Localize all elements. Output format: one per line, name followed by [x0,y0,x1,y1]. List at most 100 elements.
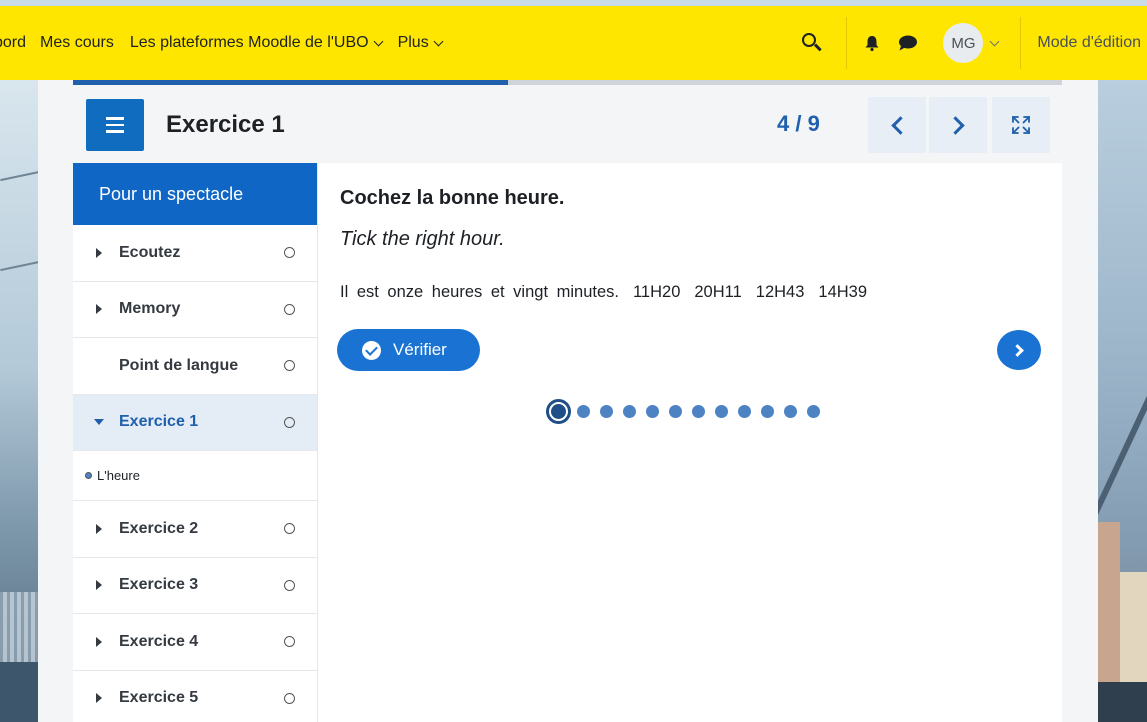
sidebar-item-exercice-1[interactable]: Exercice 1 [73,394,317,451]
pager-dot[interactable] [715,405,728,418]
nav-item-more[interactable]: Plus [397,34,444,52]
activity-panel: Exercice 1 4 / 9 Pour un spectacle Ecout… [38,80,1098,722]
sidebar-subitem-label: L'heure [97,468,140,483]
divider [1020,17,1022,69]
avatar-initials: MG [951,34,976,52]
divider [846,17,848,69]
sidebar-item-exercice-5[interactable]: Exercice 5 [73,671,317,722]
sidebar-item-memory[interactable]: Memory [73,282,317,338]
next-question-button[interactable] [997,330,1041,370]
nav-item-moodle-platforms[interactable]: Les plateformes Moodle de l'UBO [129,34,384,52]
pager-dot[interactable] [623,405,636,418]
question-title: Cochez la bonne heure. [340,187,565,209]
pager-dot[interactable] [669,405,682,418]
chevron-down-icon [433,36,444,46]
activity-header: Exercice 1 4 / 9 [73,85,1062,163]
sidebar-heading: Pour un spectacle [73,163,317,225]
caret-right-icon [96,580,102,591]
verify-button-label: Vérifier [393,340,447,359]
cable-line [0,260,40,272]
status-circle-icon [284,523,295,535]
search-icon[interactable] [802,33,823,53]
fullscreen-button[interactable] [992,97,1050,153]
status-circle-icon [284,636,295,648]
caret-right-icon [96,304,102,315]
status-circle-icon [284,416,295,428]
caret-right-icon [96,247,102,258]
sidebar-item-label: Ecoutez [119,243,181,261]
caret-right-icon [96,636,102,647]
fullscreen-icon [1012,116,1030,134]
question-prompt: Il est onze heures et vingt minutes. 11H… [340,283,867,302]
pager-dot[interactable] [577,405,590,418]
nav-item-label: Mes cours [40,34,114,51]
status-circle-icon [284,579,295,591]
sidebar-item-point-de-langue[interactable]: Point de langue [73,338,317,395]
question-pager [546,399,830,424]
answer-option[interactable]: 20H11 [694,283,741,302]
status-circle-icon [284,692,295,704]
chevron-right-icon [1010,343,1024,357]
chapters-sidebar: Pour un spectacle Ecoutez Memory Point d… [73,163,318,722]
sidebar-subitem-l-heure[interactable]: L'heure [73,451,317,501]
answer-option[interactable]: 11H20 [633,283,680,302]
bell-icon[interactable] [863,34,881,52]
page-counter: 4 / 9 [777,111,820,136]
pager-dot[interactable] [784,405,797,418]
hamburger-icon-line [106,130,124,133]
pager-dot-current-inner [551,404,566,419]
status-circle-icon [284,247,295,259]
sidebar-item-ecoutez[interactable]: Ecoutez [73,225,317,282]
status-circle-icon [284,303,295,315]
nav-item-label: Plus [397,34,429,51]
cable-line [0,170,40,182]
nav-item-my-courses[interactable]: Mes cours [40,34,114,52]
sidebar-item-label: Exercice 2 [119,519,199,537]
caret-right-icon [96,693,102,704]
hamburger-icon-line [106,123,124,127]
answer-option[interactable]: 14H39 [818,283,867,302]
bullet-icon [85,472,92,479]
sidebar-item-exercice-3[interactable]: Exercice 3 [73,558,317,614]
pager-dot[interactable] [692,405,705,418]
question-subtitle: Tick the right hour. [340,228,505,250]
verify-button[interactable]: Vérifier [337,329,480,371]
pager-dot[interactable] [646,405,659,418]
pager-dot[interactable] [807,405,820,418]
caret-right-icon [96,523,102,534]
previous-page-button[interactable] [868,97,926,153]
chevron-right-icon [945,115,965,135]
next-page-button[interactable] [929,97,987,153]
primary-navigation: bord Mes cours Les plateformes Moodle de… [0,6,458,80]
background-image-right [1066,80,1147,722]
edit-mode-toggle[interactable]: Mode d'édition [1037,34,1141,52]
sidebar-item-label: Exercice 3 [119,576,199,594]
chat-icon[interactable] [897,34,919,52]
sidebar-item-label: Memory [119,300,181,318]
background-image-left [0,80,40,722]
pager-dot[interactable] [600,405,613,418]
avatar[interactable]: MG [943,23,984,63]
sidebar-item-label: Exercice 5 [119,689,199,707]
building [1098,682,1147,722]
chevron-down-icon [373,36,384,46]
page-title: Exercice 1 [166,111,285,138]
caret-down-icon [94,419,104,426]
pager-dot-current[interactable] [546,399,571,424]
chevron-down-icon[interactable] [989,36,1000,46]
sidebar-item-exercice-4[interactable]: Exercice 4 [73,614,317,671]
answer-option[interactable]: 12H43 [756,283,805,302]
sidebar-heading-label: Pour un spectacle [99,183,244,204]
nav-item-label: Les plateformes Moodle de l'UBO [129,34,369,51]
menu-toggle-button[interactable] [86,99,144,151]
nav-item-dashboard[interactable]: bord [0,34,26,52]
pager-dot[interactable] [738,405,751,418]
sidebar-item-label: Exercice 1 [119,413,199,431]
status-circle-icon [284,360,295,372]
pager-dot[interactable] [761,405,774,418]
water [0,662,38,722]
top-navbar: bord Mes cours Les plateformes Moodle de… [0,6,1147,80]
sidebar-item-exercice-2[interactable]: Exercice 2 [73,501,317,558]
chevron-left-icon [890,115,910,135]
check-circle-icon [362,340,381,360]
